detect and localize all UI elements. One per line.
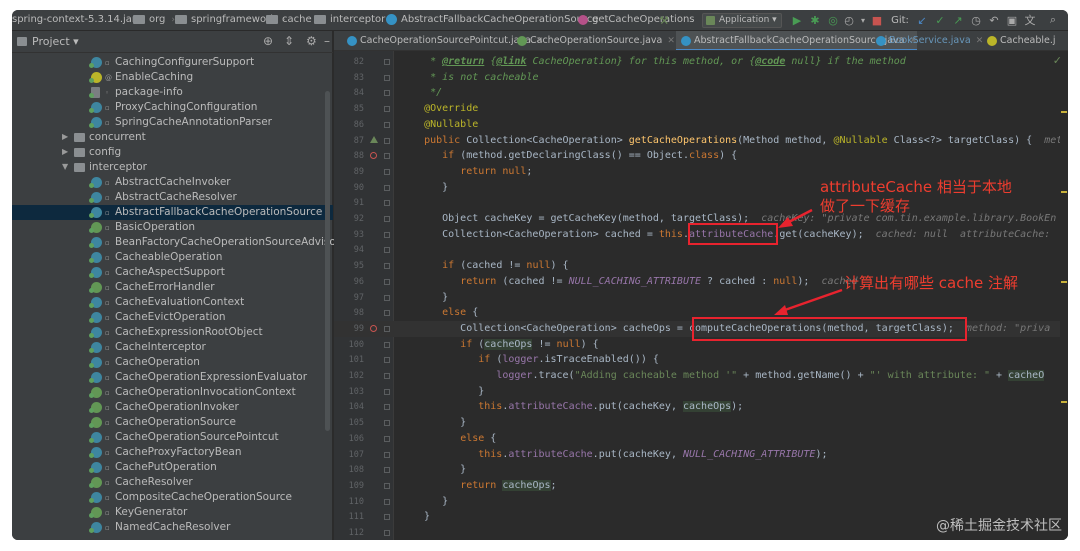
annotation-note-attributecache-line2: 做了一下缓存 (820, 197, 911, 215)
watermark: @稀土掘金技术社区 (936, 518, 1062, 534)
annotation-note-computecacheoperations: 计算出有哪些 cache 注解 (844, 274, 1018, 292)
annotation-note-attributecache-line1: attributeCache 相当于本地 (820, 178, 1012, 196)
ide-window: spring-context-5.3.14.jar› org› springfr… (12, 10, 1068, 540)
